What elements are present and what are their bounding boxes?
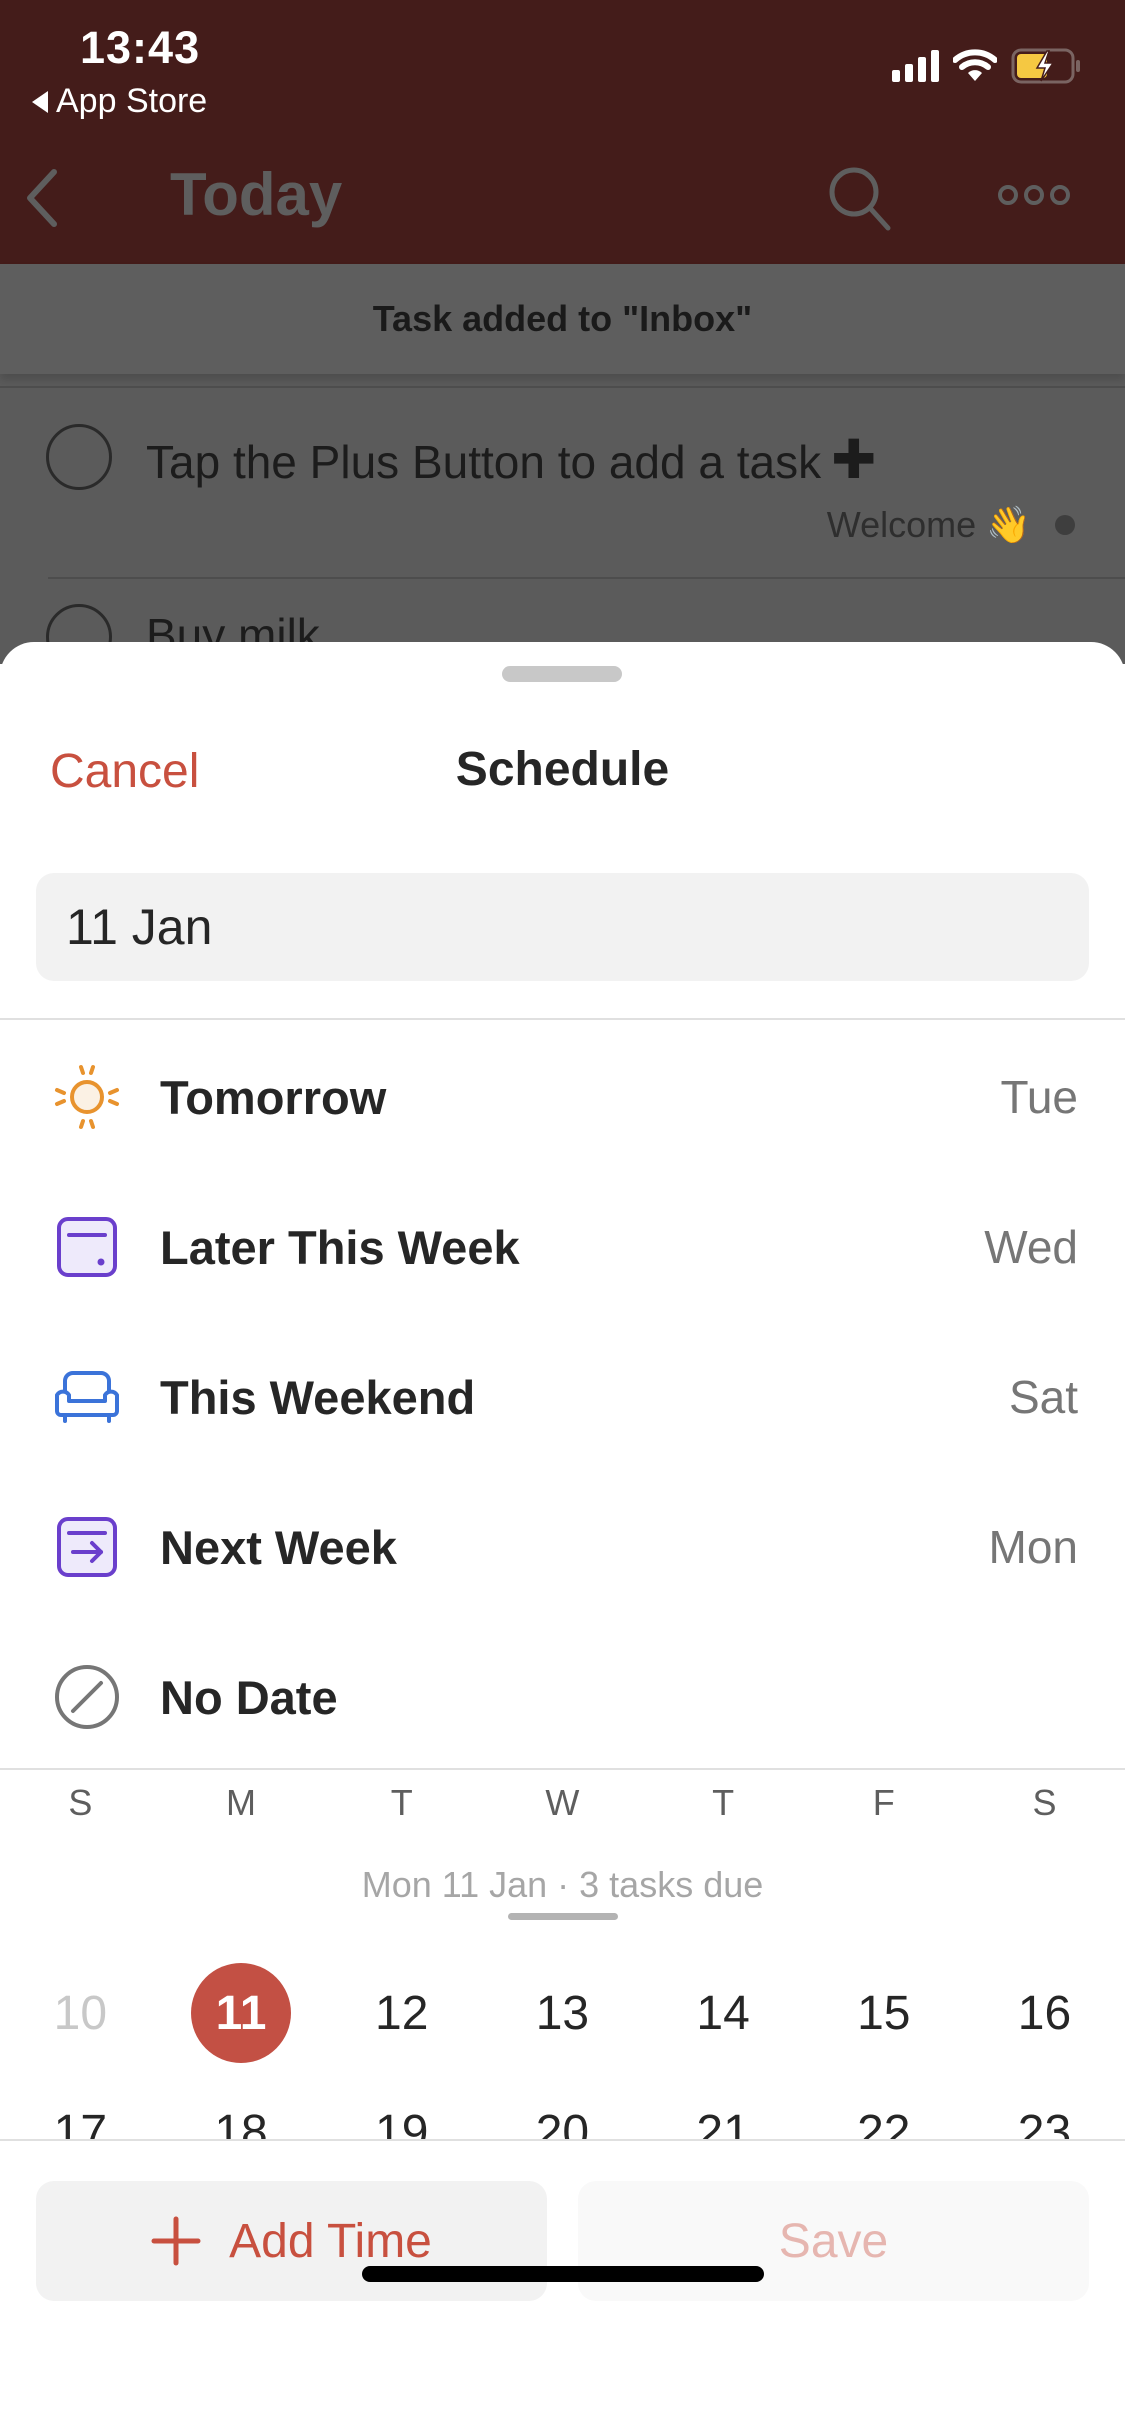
calendar-day-selected[interactable]: 11 bbox=[161, 1963, 322, 2063]
calendar-summary: Mon 11 Jan · 3 tasks due bbox=[361, 1864, 764, 1905]
weekday-label: T bbox=[390, 1782, 413, 1823]
divider bbox=[0, 386, 1125, 388]
schedule-scroll-area: Tomorrow Tue Later This Week Wed This We… bbox=[0, 642, 1125, 2139]
search-icon[interactable] bbox=[828, 166, 894, 232]
weekday-label: M bbox=[226, 1782, 257, 1823]
background-task-list: Task added to "Inbox" Tap the Plus Butto… bbox=[0, 264, 1125, 670]
chevron-left-icon[interactable] bbox=[22, 168, 62, 228]
option-day: Tue bbox=[1000, 1071, 1078, 1123]
option-next-week[interactable]: Next Week Mon bbox=[0, 1472, 1125, 1622]
calendar-day[interactable]: 19 bbox=[321, 2082, 482, 2140]
calendar-day[interactable]: 22 bbox=[803, 2082, 964, 2140]
save-button[interactable]: Save bbox=[578, 2181, 1089, 2301]
option-day: Wed bbox=[984, 1221, 1078, 1273]
calendar-day[interactable]: 10 bbox=[0, 1963, 161, 2063]
plus-icon bbox=[151, 2216, 201, 2266]
option-label: No Date bbox=[160, 1670, 338, 1724]
add-time-button[interactable]: Add Time bbox=[36, 2181, 547, 2301]
calendar-weekday-header: S M T W T F S bbox=[0, 1782, 1125, 1824]
waving-hand-icon: 👋 bbox=[986, 504, 1031, 545]
sun-icon bbox=[52, 1062, 122, 1132]
wifi-icon bbox=[953, 49, 997, 81]
calendar-later-icon bbox=[52, 1212, 122, 1282]
toast-text: Task added to "Inbox" bbox=[372, 298, 753, 339]
option-label: Later This Week bbox=[160, 1220, 520, 1274]
option-day: Sat bbox=[1008, 1371, 1078, 1423]
calendar-day[interactable]: 17 bbox=[0, 2082, 161, 2140]
signal-icon bbox=[892, 50, 939, 82]
calendar-day[interactable]: 23 bbox=[964, 2082, 1125, 2140]
option-label: Next Week bbox=[160, 1520, 397, 1574]
task-title-text: Tap the Plus Button to add a task bbox=[146, 436, 822, 488]
calendar-next-icon bbox=[52, 1512, 122, 1582]
status-icons bbox=[892, 48, 1083, 84]
option-day: Mon bbox=[988, 1521, 1078, 1573]
calendar-day[interactable]: 16 bbox=[964, 1963, 1125, 2063]
option-this-weekend[interactable]: This Weekend Sat bbox=[0, 1322, 1125, 1472]
page-title: Today bbox=[170, 161, 343, 228]
divider bbox=[48, 577, 1125, 579]
calendar-day[interactable]: 14 bbox=[643, 1963, 804, 2063]
plus-icon: ✚ bbox=[831, 430, 877, 490]
couch-icon bbox=[52, 1362, 122, 1432]
schedule-sheet: Schedule Cancel Tomorrow Tue bbox=[0, 642, 1125, 2436]
back-triangle-icon bbox=[32, 90, 48, 113]
project-label: Welcome bbox=[826, 504, 977, 545]
calendar-day[interactable]: 21 bbox=[643, 2082, 804, 2140]
weekday-label: F bbox=[872, 1782, 895, 1823]
task-title: Tap the Plus Button to add a task ✚ bbox=[146, 428, 876, 491]
no-date-icon bbox=[52, 1662, 122, 1732]
calendar-week: 10 11 12 13 14 15 16 bbox=[0, 1963, 1125, 2063]
back-app-label: App Store bbox=[56, 82, 208, 120]
weekday-label: S bbox=[1032, 1782, 1057, 1823]
calendar-day[interactable]: 13 bbox=[482, 1963, 643, 2063]
calendar-day[interactable]: 20 bbox=[482, 2082, 643, 2140]
task-project: Welcome 👋 bbox=[827, 504, 1075, 546]
back-to-app-store[interactable]: App Store bbox=[32, 82, 207, 121]
task-checkbox bbox=[46, 424, 112, 490]
divider bbox=[0, 1768, 1125, 1770]
battery-charging-icon bbox=[1011, 48, 1080, 84]
status-time: 13:43 bbox=[80, 22, 201, 73]
weekday-label: T bbox=[712, 1782, 735, 1823]
calendar-scroll-handle[interactable] bbox=[508, 1913, 618, 1920]
option-label: This Weekend bbox=[160, 1370, 476, 1424]
nav-bar: Today bbox=[0, 130, 1125, 264]
calendar-week: 17 18 19 20 21 22 23 bbox=[0, 2082, 1125, 2140]
weekday-label: W bbox=[545, 1782, 580, 1823]
home-indicator[interactable] bbox=[362, 2266, 764, 2282]
option-no-date[interactable]: No Date bbox=[0, 1622, 1125, 1772]
toast-banner: Task added to "Inbox" bbox=[0, 264, 1125, 374]
option-tomorrow[interactable]: Tomorrow Tue bbox=[0, 1022, 1125, 1172]
add-time-label: Add Time bbox=[229, 2214, 432, 2268]
project-color-dot bbox=[1055, 515, 1075, 535]
calendar-day[interactable]: 15 bbox=[803, 1963, 964, 2063]
sheet-footer: Add Time Save bbox=[0, 2141, 1125, 2436]
calendar-day[interactable]: 18 bbox=[161, 2082, 322, 2140]
option-later-this-week[interactable]: Later This Week Wed bbox=[0, 1172, 1125, 1322]
status-bar: 13:43 App Store bbox=[0, 0, 1125, 130]
weekday-label: S bbox=[68, 1782, 93, 1823]
more-icon[interactable] bbox=[998, 185, 1070, 205]
calendar-day[interactable]: 12 bbox=[321, 1963, 482, 2063]
option-label: Tomorrow bbox=[160, 1070, 387, 1124]
